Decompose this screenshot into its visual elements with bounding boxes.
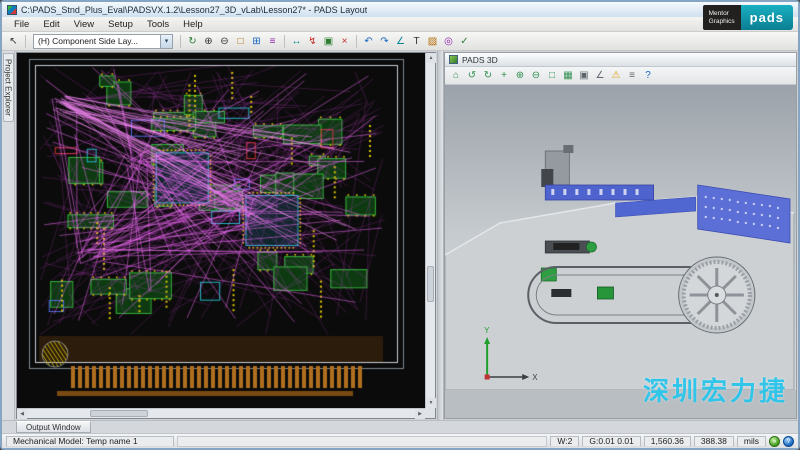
pan-icon[interactable]: + [497,69,511,83]
text-icon[interactable]: T [409,34,424,49]
main-toolbar: ↖ (H) Component Side Lay... ▾ ↻ ⊕ ⊖ □ ⊞ … [2,32,798,51]
pads-3d-panel: PADS 3D ⌂ ↺ ↻ + ⊕ ⊖ □ ▦ ▣ ∠ ⚠ ≡ ? [444,52,797,419]
status-help-button[interactable]: ? [783,436,794,447]
settings-icon[interactable]: ≡ [625,69,639,83]
zoom-out-icon[interactable]: ⊖ [217,34,232,49]
rotate-cw-icon[interactable]: ↻ [481,69,495,83]
pads-3d-toolbar: ⌂ ↺ ↻ + ⊕ ⊖ □ ▦ ▣ ∠ ⚠ ≡ ? [445,67,796,85]
status-bar: Mechanical Model: Temp name 1 W:2 G:0.01… [2,433,798,448]
zoom-in-icon[interactable]: ⊕ [201,34,216,49]
copper-pour-icon[interactable]: ▨ [425,34,440,49]
toolbar-separator [180,35,181,48]
status-spacer [177,436,547,447]
green-led [586,242,596,252]
layout-2d-view: ▲ ▼ ◀ ▶ [16,52,436,419]
scroll-down-icon[interactable]: ▼ [426,398,436,408]
vendor-line1: Mentor [709,10,735,17]
sensor-rod [553,243,579,250]
menu-tools[interactable]: Tools [140,18,176,31]
help-icon[interactable]: ? [641,69,655,83]
slot-part-green [597,287,613,299]
via-icon[interactable]: ◎ [441,34,456,49]
menu-view[interactable]: View [67,18,101,31]
layers-icon[interactable]: ≡ [265,34,280,49]
top-view-icon[interactable]: ▦ [561,69,575,83]
viewport-3d[interactable]: Y X 深圳宏力捷 [445,85,796,418]
rotate-ccw-icon[interactable]: ↺ [465,69,479,83]
horizontal-scroll-thumb[interactable] [90,410,148,417]
horizontal-scrollbar[interactable]: ◀ ▶ [17,408,425,418]
vendor-logo: Mentor Graphics [703,5,741,30]
connector-tower-dark [541,169,553,187]
pads-layout-window: Mentor Graphics pads C:\PADS_Stnd_Plus_E… [0,0,800,450]
selection-pointer-icon[interactable]: ↖ [6,34,21,49]
toolbar-separator [25,35,26,48]
axis-y-label: Y [484,326,490,335]
menu-setup[interactable]: Setup [101,18,140,31]
measure-3d-icon[interactable]: ∠ [593,69,607,83]
main-area: Project Explorer ▲ ▼ ◀ ▶ PADS 3D ⌂ [2,51,798,420]
app-icon [7,5,17,15]
watermark-text: 深圳宏力捷 [643,371,788,408]
pads-3d-header[interactable]: PADS 3D [445,53,796,67]
menu-edit[interactable]: Edit [36,18,66,31]
grid-icon[interactable]: ⊞ [249,34,264,49]
status-coord-x: 1,560.36 [644,436,691,447]
add-part-icon[interactable]: ▣ [321,34,336,49]
scroll-right-icon[interactable]: ▶ [415,409,425,419]
board-outline-icon[interactable]: □ [233,34,248,49]
toolbar-separator [356,35,357,48]
zoom-out-3d-icon[interactable]: ⊖ [529,69,543,83]
fit-view-icon[interactable]: □ [545,69,559,83]
vertical-scroll-thumb[interactable] [427,266,434,302]
status-coord-y: 388.38 [694,436,734,447]
panel-splitter[interactable] [437,51,444,420]
status-model: Mechanical Model: Temp name 1 [6,436,174,447]
layer-selector-dropdown[interactable]: (H) Component Side Lay... ▾ [33,34,173,49]
vendor-line2: Graphics [709,18,735,25]
fan-impeller [679,257,755,333]
connector-cap [563,145,573,153]
delete-icon[interactable]: × [337,34,352,49]
left-dock-strip: Project Explorer [2,51,15,420]
window-title: C:\PADS_Stnd_Plus_Eval\PADSVX.1.2\Lesson… [21,5,367,15]
output-window-tab[interactable]: Output Window [16,421,91,433]
toolbar-separator [284,35,285,48]
brand-logo: Mentor Graphics pads [703,5,793,30]
home-view-icon[interactable]: ⌂ [449,69,463,83]
status-grid: G:0.01 0.01 [582,436,640,447]
pads-logo: pads [741,5,793,30]
layer-selector-value: (H) Component Side Lay... [38,36,138,46]
zoom-in-3d-icon[interactable]: ⊕ [513,69,527,83]
scroll-up-icon[interactable]: ▲ [426,53,436,63]
menu-help[interactable]: Help [176,18,210,31]
redo-icon[interactable]: ↷ [377,34,392,49]
bottom-tab-strip: Output Window [2,420,798,433]
undo-icon[interactable]: ↶ [361,34,376,49]
board-3d-render: Y X [445,85,796,418]
status-width: W:2 [550,436,579,447]
route-icon[interactable]: ↯ [305,34,320,49]
slot-part-dark [551,289,571,297]
warning-icon[interactable]: ⚠ [609,69,623,83]
menu-bar: File Edit View Setup Tools Help [2,17,798,32]
status-fit-button[interactable]: » [769,436,780,447]
scroll-left-icon[interactable]: ◀ [17,409,27,419]
vertical-scrollbar[interactable]: ▲ ▼ [425,53,435,408]
redraw-icon[interactable]: ↻ [185,34,200,49]
pcb-design-canvas[interactable] [17,53,425,408]
measure-icon[interactable]: ∠ [393,34,408,49]
axis-x-label: X [532,373,538,382]
menu-file[interactable]: File [7,18,36,31]
pads-3d-title: PADS 3D [462,55,498,65]
verify-design-icon[interactable]: ✓ [457,34,472,49]
pads-3d-icon [449,55,458,64]
move-icon[interactable]: ↔ [289,34,304,49]
status-units: mils [737,436,766,447]
scrollbar-corner [425,408,435,418]
project-explorer-tab[interactable]: Project Explorer [3,53,14,122]
chevron-down-icon[interactable]: ▾ [160,35,172,48]
title-bar[interactable]: C:\PADS_Stnd_Plus_Eval\PADSVX.1.2\Lesson… [2,2,798,17]
snapshot-icon[interactable]: ▣ [577,69,591,83]
